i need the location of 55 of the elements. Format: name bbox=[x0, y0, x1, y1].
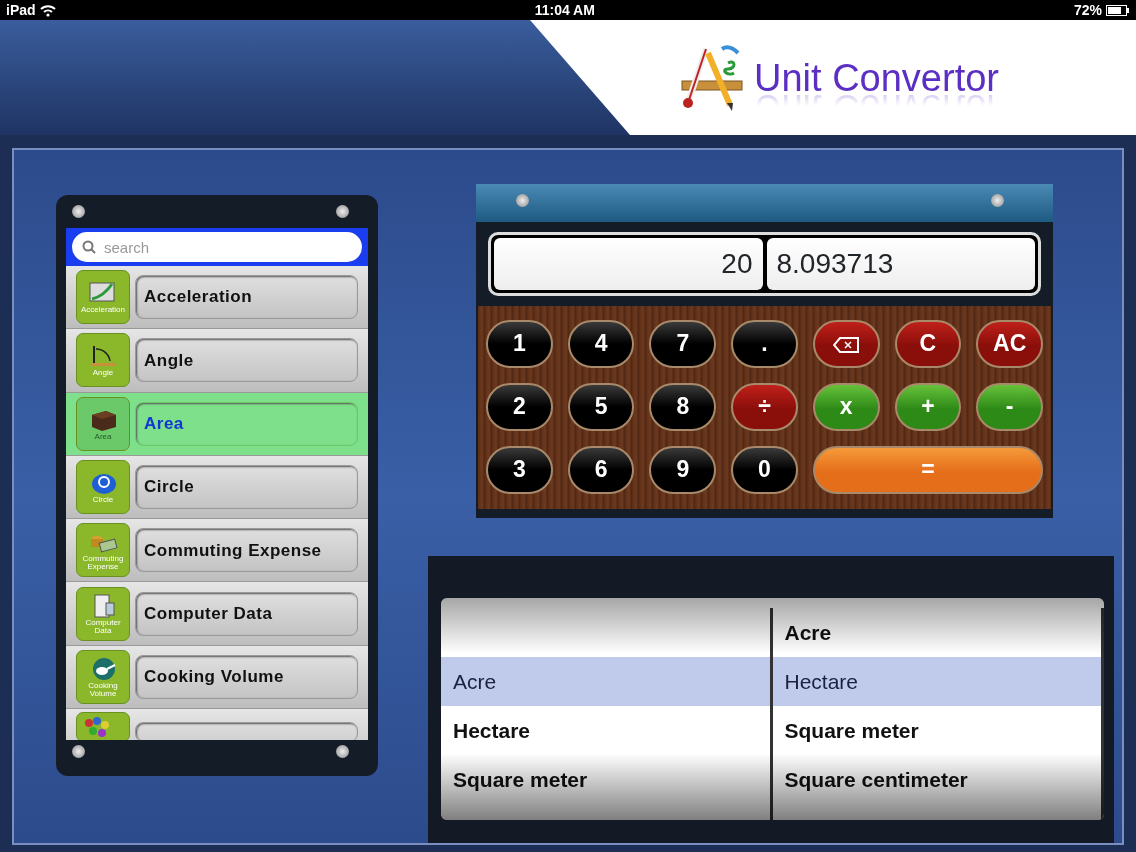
backspace-icon bbox=[832, 337, 860, 354]
screw-icon bbox=[336, 745, 349, 758]
icon-caption: Area bbox=[94, 432, 112, 441]
screw-icon bbox=[72, 205, 85, 218]
picker-option[interactable]: Square meter bbox=[772, 705, 1101, 755]
calculator-key[interactable]: 6 bbox=[567, 445, 635, 494]
picker-option[interactable]: Square meter bbox=[441, 754, 770, 804]
icon-caption: Cooking Volume bbox=[87, 681, 119, 698]
wifi-icon bbox=[39, 3, 56, 17]
app-title: Unit Convertor bbox=[754, 58, 999, 97]
calculator-key[interactable]: 4 bbox=[567, 319, 635, 368]
screw-icon bbox=[516, 194, 529, 207]
calculator-key[interactable]: 9 bbox=[649, 445, 717, 494]
screw-icon bbox=[991, 194, 1004, 207]
calculator-key[interactable]: . bbox=[731, 319, 798, 368]
category-item[interactable]: Computer Data bbox=[135, 591, 358, 636]
picker-option[interactable]: Acre bbox=[772, 607, 1101, 657]
battery-percent: 72% bbox=[1073, 0, 1102, 20]
category-item[interactable]: Circle bbox=[135, 465, 358, 510]
calculator-key[interactable]: - bbox=[976, 382, 1043, 431]
calculator-key[interactable]: x bbox=[812, 382, 880, 431]
calculator-key[interactable]: ÷ bbox=[731, 382, 798, 431]
calculator-key[interactable]: C bbox=[894, 319, 962, 368]
category-item[interactable]: Cooking Volume bbox=[135, 654, 358, 699]
icon-caption: Commuting Expense bbox=[81, 555, 125, 572]
search-field[interactable]: search bbox=[72, 232, 362, 262]
screw-icon bbox=[336, 205, 349, 218]
picker-option[interactable]: Hectare bbox=[441, 705, 770, 755]
battery-icon bbox=[1106, 4, 1130, 16]
screw-icon bbox=[72, 745, 85, 758]
calculator-key[interactable]: 1 bbox=[486, 319, 553, 368]
picker-option[interactable]: Square centimeter bbox=[772, 754, 1101, 804]
delete-button[interactable] bbox=[812, 319, 880, 368]
calculator-key[interactable]: + bbox=[894, 382, 962, 431]
tools-logo-icon bbox=[680, 42, 746, 113]
calculator-key[interactable]: 8 bbox=[649, 382, 717, 431]
search-icon bbox=[82, 240, 96, 254]
device-name: iPad bbox=[6, 0, 36, 20]
input-display: 20 bbox=[494, 238, 763, 290]
category-item[interactable]: Commuting Expense bbox=[135, 528, 358, 573]
icon-caption: Acceleration bbox=[81, 306, 125, 315]
category-item[interactable]: Angle bbox=[135, 338, 358, 383]
icon-caption: Circle bbox=[92, 496, 114, 505]
category-item[interactable]: Area bbox=[135, 401, 358, 446]
category-item[interactable]: Acceleration bbox=[135, 275, 358, 320]
calculator-key[interactable]: 2 bbox=[486, 382, 553, 431]
clock: 11:04 AM bbox=[534, 0, 595, 20]
calculator-key[interactable]: 0 bbox=[731, 445, 798, 494]
calculator-key[interactable]: 5 bbox=[567, 382, 635, 431]
icon-caption: Computer Data bbox=[84, 618, 122, 635]
icon-caption: Angle bbox=[92, 369, 114, 378]
calculator-key[interactable]: 3 bbox=[486, 445, 553, 494]
result-display: 8.093713 bbox=[766, 238, 1035, 290]
calculator-key[interactable]: 7 bbox=[649, 319, 717, 368]
calculator-key[interactable]: AC bbox=[976, 319, 1043, 368]
